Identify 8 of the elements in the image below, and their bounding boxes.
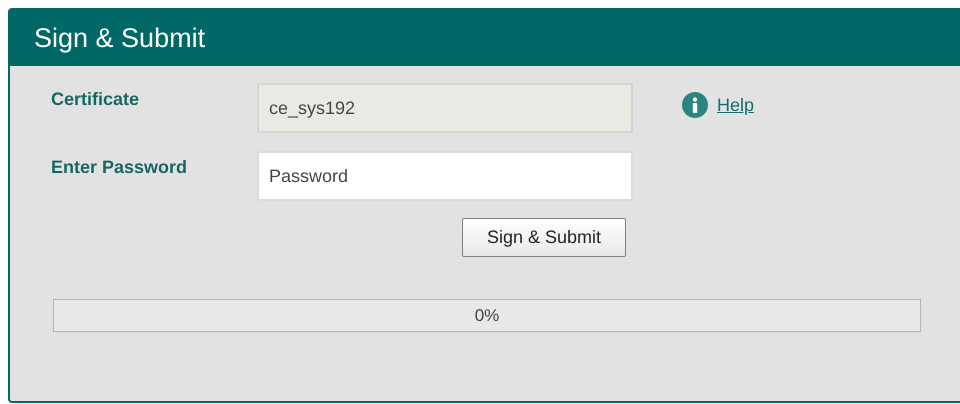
- field-label: Certificate: [51, 88, 140, 110]
- progress-reading: 0%: [474, 306, 500, 326]
- help-link[interactable]: Help: [717, 94, 754, 116]
- input-field[interactable]: Password: [257, 151, 633, 201]
- sign-submit-button[interactable]: Sign & Submit: [462, 218, 626, 257]
- window-title: Sign & Submit: [34, 22, 206, 54]
- info-icon: [682, 92, 708, 118]
- field-label: Enter Password: [51, 156, 188, 178]
